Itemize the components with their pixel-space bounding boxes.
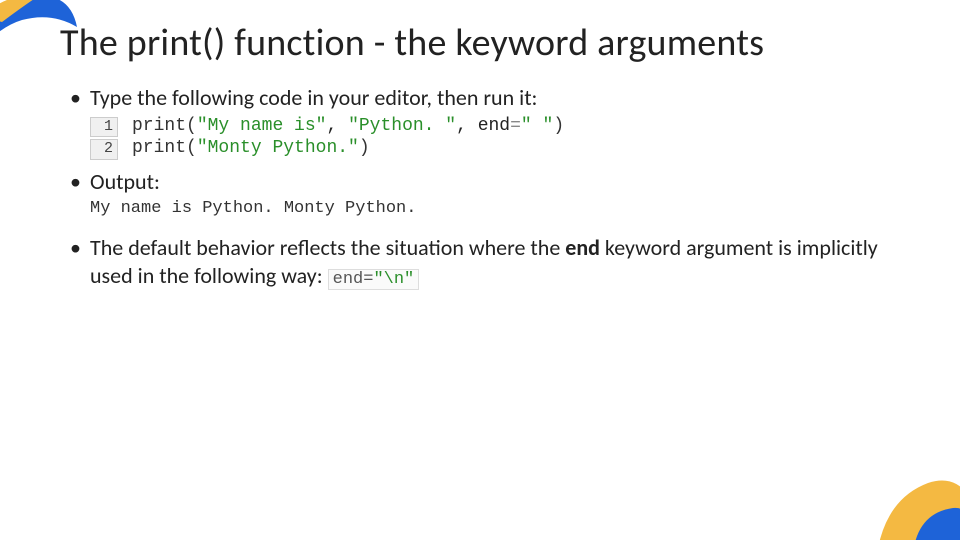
fn-name: print — [132, 138, 186, 158]
output-text: My name is Python. Monty Python. — [90, 199, 900, 218]
string-literal: "Python. " — [348, 116, 456, 136]
comma: , — [456, 116, 478, 136]
inline-code-end-default: end="\n" — [328, 269, 420, 290]
kwarg-name: end — [478, 116, 510, 136]
paren-open: ( — [186, 116, 197, 136]
bullet-instruction: Type the following code in your editor, … — [70, 84, 900, 113]
code-line-2: 2 print("Monty Python.") — [90, 137, 900, 160]
string-literal: " " — [521, 116, 553, 136]
slide: The print() function - the keyword argum… — [0, 0, 960, 540]
paren-close: ) — [553, 116, 564, 136]
slide-title: The print() function - the keyword argum… — [60, 20, 764, 66]
paren-close: ) — [359, 138, 370, 158]
code-sample: 1 print("My name is", "Python. ", end=" "… — [90, 115, 900, 161]
equals: = — [510, 116, 521, 136]
corner-decoration-bottom-right — [858, 458, 960, 540]
inline-newline-string: "\n" — [373, 270, 414, 289]
explanation-pre: The default behavior reflects the situat… — [90, 234, 565, 261]
explanation-bold-end: end — [565, 234, 600, 261]
slide-body: Type the following code in your editor, … — [70, 84, 900, 291]
bullet-explanation: The default behavior reflects the situat… — [70, 234, 900, 292]
inline-end-eq: end= — [333, 270, 374, 289]
code-line-1: 1 print("My name is", "Python. ", end=" "… — [90, 115, 900, 138]
string-literal: "Monty Python." — [197, 138, 359, 158]
fn-name: print — [132, 116, 186, 136]
line-number: 1 — [90, 117, 118, 138]
line-number: 2 — [90, 139, 118, 160]
paren-open: ( — [186, 138, 197, 158]
string-literal: "My name is" — [197, 116, 327, 136]
comma: , — [326, 116, 348, 136]
bullet-output-label: Output: — [70, 168, 900, 197]
